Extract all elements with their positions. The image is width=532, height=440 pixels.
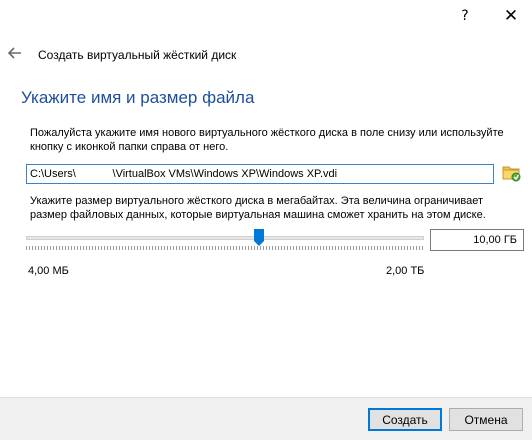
cancel-button[interactable]: Отмена — [449, 408, 523, 431]
folder-browse-icon — [502, 166, 521, 182]
close-button[interactable]: ✕ — [490, 0, 532, 32]
file-location-description: Пожалуйста укажите имя нового виртуально… — [30, 127, 504, 153]
size-slider[interactable] — [26, 228, 424, 250]
page-title: Укажите имя и размер файла — [21, 88, 255, 107]
button-bar: Создать Отмена — [0, 397, 532, 440]
arrow-left-icon — [8, 47, 21, 59]
help-button[interactable]: ? — [443, 0, 487, 32]
size-description: Укажите размер виртуального жёсткого дис… — [30, 195, 486, 221]
slider-ticks — [26, 246, 424, 250]
file-path-input[interactable] — [26, 164, 494, 184]
slider-handle[interactable] — [253, 229, 264, 246]
size-value-input[interactable] — [430, 229, 524, 251]
back-button[interactable] — [6, 44, 24, 62]
slider-max-label: 2,00 ТБ — [386, 265, 425, 277]
wizard-title: Создать виртуальный жёсткий диск — [38, 48, 237, 62]
create-button[interactable]: Создать — [368, 408, 442, 431]
slider-track — [26, 236, 424, 240]
slider-min-label: 4,00 МБ — [28, 265, 69, 277]
choose-file-button[interactable] — [500, 161, 524, 185]
